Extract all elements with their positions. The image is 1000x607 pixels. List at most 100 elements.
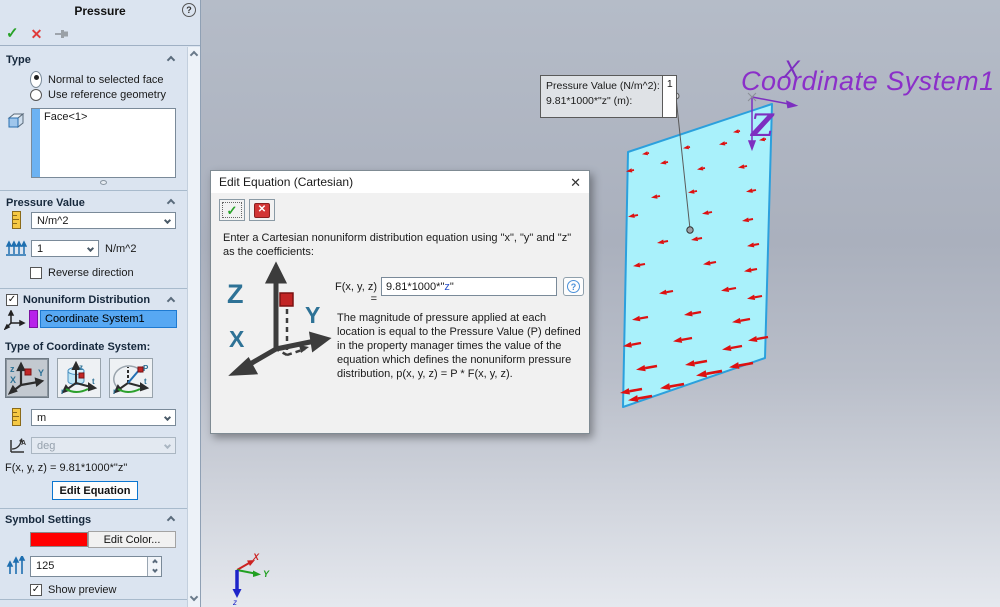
edit-equation-dialog: Edit Equation (Cartesian) ✕ ✓ ✕ Enter a … bbox=[210, 170, 590, 434]
spinner-buttons bbox=[147, 557, 161, 576]
property-manager-panel: Pressure ? ✓ ✕ Type Normal to selected f… bbox=[0, 0, 201, 607]
reverse-direction-checkbox[interactable]: Reverse direction bbox=[30, 267, 134, 279]
spin-down-button[interactable] bbox=[148, 567, 161, 577]
units-ruler-icon bbox=[12, 211, 21, 229]
checkbox-checked-icon: ✓ bbox=[6, 294, 18, 306]
nonuniform-distribution-checkbox[interactable]: ✓ Nonuniform Distribution bbox=[6, 294, 150, 306]
spin-up-button[interactable] bbox=[148, 557, 161, 567]
radio-icon bbox=[30, 89, 42, 101]
svg-text:A: A bbox=[21, 440, 26, 447]
length-unit-value: m bbox=[37, 412, 46, 424]
triad-z-label: Z bbox=[751, 108, 774, 144]
reverse-direction-label: Reverse direction bbox=[48, 267, 134, 279]
divider bbox=[0, 599, 200, 600]
chevron-down-icon bbox=[164, 217, 171, 224]
scroll-up-icon[interactable] bbox=[190, 51, 198, 59]
dialog-cancel-button[interactable]: ✕ bbox=[249, 199, 275, 221]
face-icon bbox=[6, 112, 26, 129]
cartesian-icon: z Y X bbox=[8, 361, 46, 395]
radio-use-reference[interactable]: Use reference geometry bbox=[30, 89, 166, 101]
ok-button[interactable]: ✓ bbox=[6, 26, 19, 41]
panel-title-text: Pressure bbox=[74, 4, 125, 18]
edit-color-button[interactable]: Edit Color... bbox=[88, 531, 176, 548]
coordinate-system-label[interactable]: Coordinate System1 bbox=[741, 66, 995, 97]
dialog-ok-button[interactable]: ✓ bbox=[219, 199, 245, 221]
scroll-down-icon[interactable] bbox=[190, 593, 198, 601]
equation-preview-text: F(x, y, z) = 9.81*1000*"z" bbox=[5, 462, 127, 474]
pressure-value-combo[interactable]: 1 bbox=[31, 240, 99, 257]
symbol-size-icon bbox=[5, 556, 27, 576]
selection-box-resize-handle[interactable] bbox=[100, 180, 107, 185]
divider bbox=[0, 190, 200, 191]
equation-help-button[interactable]: ? bbox=[563, 277, 584, 296]
length-unit-select[interactable]: m bbox=[31, 409, 176, 426]
collapse-pressure-value-icon[interactable] bbox=[167, 199, 175, 207]
equation-label: F(x, y, z) = bbox=[329, 281, 377, 305]
divider bbox=[0, 508, 200, 509]
origin-z-label: z bbox=[232, 598, 237, 607]
equation-input[interactable]: 9.81*1000*"z" bbox=[381, 277, 557, 296]
coordinate-system-color-swatch bbox=[29, 310, 38, 328]
panel-toolbar: ✓ ✕ bbox=[0, 22, 200, 46]
spherical-coordinate-button[interactable]: P r t bbox=[109, 358, 153, 398]
callout-value[interactable]: 1 bbox=[662, 76, 676, 117]
cylindrical-coordinate-button[interactable]: z r t bbox=[57, 358, 101, 398]
angle-unit-value: deg bbox=[37, 440, 55, 452]
radio-selected-icon bbox=[30, 71, 42, 88]
svg-text:z: z bbox=[10, 364, 15, 374]
chevron-down-icon bbox=[164, 442, 171, 449]
dialog-titlebar: Edit Equation (Cartesian) ✕ bbox=[211, 171, 589, 193]
svg-text:X: X bbox=[10, 375, 16, 385]
coordinate-axes-icon bbox=[4, 310, 26, 330]
spherical-icon: P r t bbox=[112, 361, 150, 395]
panel-help-icon[interactable]: ? bbox=[182, 3, 196, 17]
angle-unit-select[interactable]: deg bbox=[31, 437, 176, 454]
section-type-header: Type bbox=[6, 54, 31, 66]
checkbox-icon bbox=[30, 267, 42, 279]
panel-scrollbar[interactable] bbox=[187, 47, 200, 607]
cylindrical-icon: z r t bbox=[60, 361, 98, 395]
edit-equation-button[interactable]: Edit Equation bbox=[52, 481, 138, 500]
close-icon[interactable]: ✕ bbox=[570, 176, 581, 189]
axes-y-label: Y bbox=[305, 302, 320, 328]
pressure-unit-label: N/m^2 bbox=[105, 243, 136, 255]
pressure-callout[interactable]: Pressure Value (N/m^2): 9.81*1000*"z" (m… bbox=[540, 75, 677, 118]
callout-line1: Pressure Value (N/m^2): bbox=[546, 79, 660, 94]
svg-text:t: t bbox=[144, 377, 147, 386]
show-preview-label: Show preview bbox=[48, 584, 116, 596]
arrow-size-spinner[interactable]: 125 bbox=[30, 556, 162, 577]
dialog-intro-text: Enter a Cartesian nonuniform distributio… bbox=[223, 231, 575, 259]
collapse-type-icon[interactable] bbox=[167, 56, 175, 64]
show-preview-checkbox[interactable]: ✓ Show preview bbox=[30, 584, 116, 596]
pressure-unit-select[interactable]: N/m^2 bbox=[31, 212, 176, 229]
face-selection-box[interactable]: Face<1> bbox=[31, 108, 176, 178]
section-pressure-value-header: Pressure Value bbox=[6, 197, 85, 209]
svg-text:r: r bbox=[61, 387, 64, 395]
callout-labels: Pressure Value (N/m^2): 9.81*1000*"z" (m… bbox=[541, 76, 662, 117]
cancel-button[interactable]: ✕ bbox=[31, 27, 43, 41]
pin-icon[interactable] bbox=[54, 28, 70, 40]
face-list-item[interactable]: Face<1> bbox=[40, 109, 87, 177]
solidworks-pressure-screen: { "panel": { "title": "Pressure", "help_… bbox=[0, 0, 1000, 607]
help-question-icon: ? bbox=[567, 280, 580, 293]
svg-text:P: P bbox=[143, 364, 149, 373]
svg-text:z: z bbox=[79, 363, 83, 372]
coordinate-system-field[interactable]: Coordinate System1 bbox=[40, 310, 177, 328]
arrow-size-value: 125 bbox=[31, 557, 147, 576]
svg-text:t: t bbox=[92, 377, 95, 386]
collapse-nonuniform-icon[interactable] bbox=[167, 297, 175, 305]
chevron-down-icon bbox=[87, 245, 94, 252]
svg-text:Y: Y bbox=[38, 368, 44, 378]
angle-unit-icon: A bbox=[8, 436, 28, 455]
svg-text:r: r bbox=[113, 387, 116, 395]
check-icon: ✓ bbox=[227, 204, 238, 217]
radio-normal-to-face[interactable]: Normal to selected face bbox=[30, 71, 164, 88]
axes-x-label: X bbox=[229, 326, 245, 352]
cartesian-coordinate-button[interactable]: z Y X bbox=[5, 358, 49, 398]
radio-reference-label: Use reference geometry bbox=[48, 89, 166, 101]
collapse-symbol-icon[interactable] bbox=[167, 516, 175, 524]
length-ruler-icon bbox=[12, 408, 21, 426]
panel-title: Pressure bbox=[0, 0, 200, 22]
symbol-color-swatch bbox=[30, 532, 88, 547]
cancel-x-icon: ✕ bbox=[254, 203, 270, 218]
